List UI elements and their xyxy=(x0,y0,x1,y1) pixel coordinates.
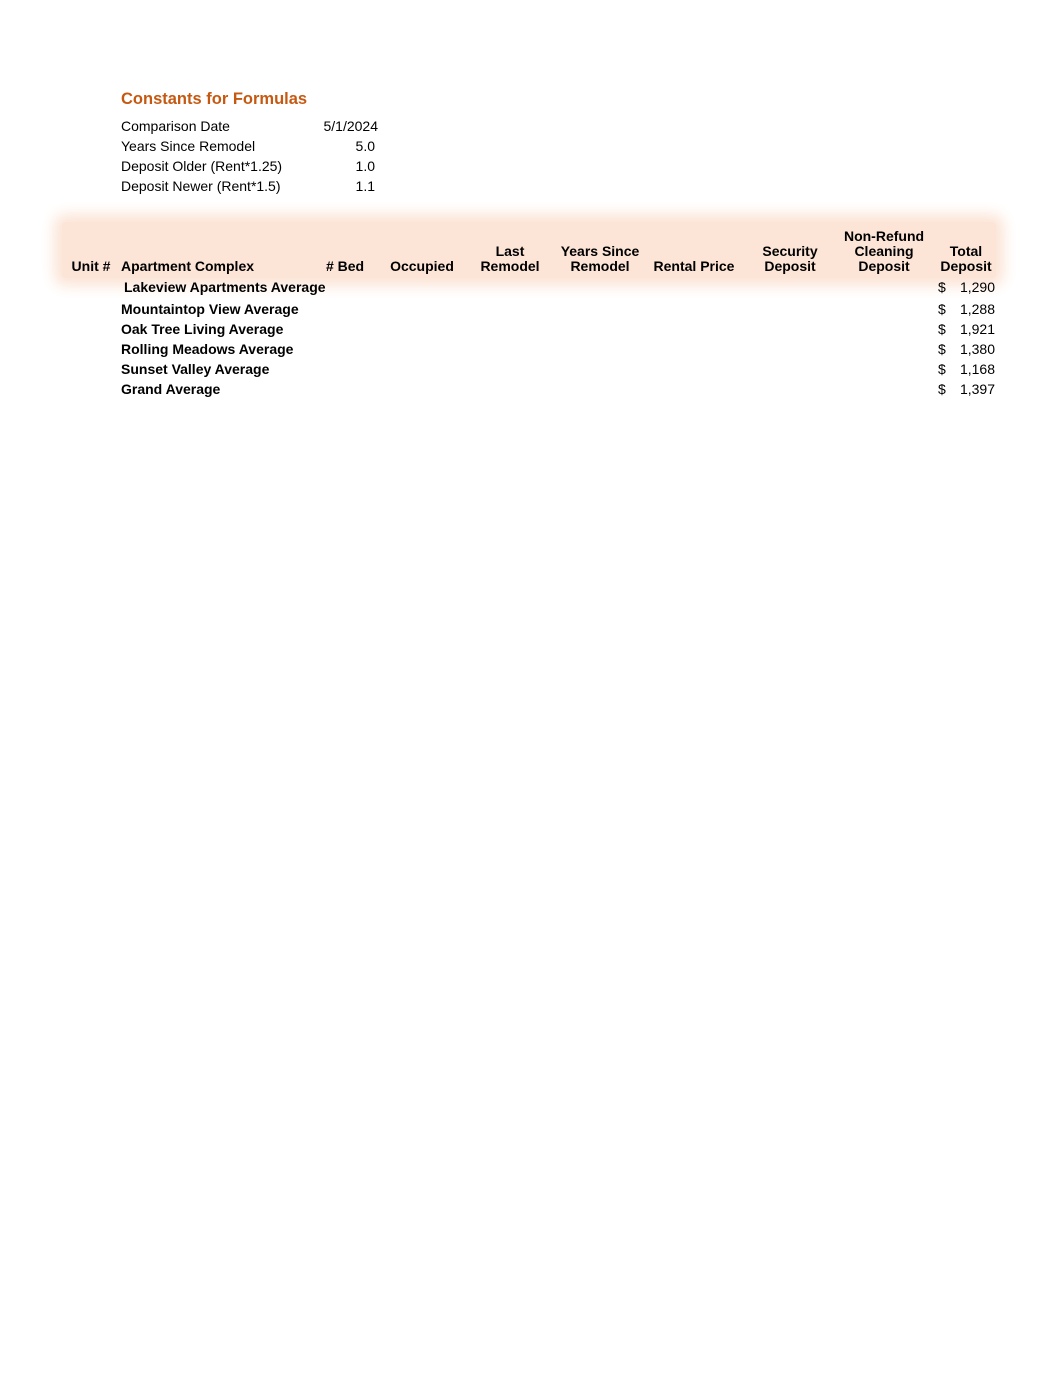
header-apartment-complex[interactable]: Apartment Complex xyxy=(121,259,254,274)
summary-label[interactable]: Oak Tree Living Average xyxy=(121,319,283,339)
spreadsheet-page: Constants for Formulas Comparison Date 5… xyxy=(0,0,1062,1377)
header-text: # Bed xyxy=(325,258,365,274)
constant-value[interactable]: 1.0 xyxy=(356,156,375,176)
constant-row-comparison-date: Comparison Date 5/1/2024 xyxy=(121,116,381,136)
constant-label: Deposit Newer (Rent*1.5) xyxy=(121,178,281,194)
constant-row-deposit-newer: Deposit Newer (Rent*1.5) 1.1 xyxy=(121,176,381,196)
constant-value[interactable]: 1.1 xyxy=(356,176,375,196)
header-text: Rental Price xyxy=(653,258,735,274)
summary-label[interactable]: Sunset Valley Average xyxy=(121,359,269,379)
header-text: Deposit xyxy=(858,258,910,274)
currency-sign: $ xyxy=(938,321,946,337)
constant-row-years-since-remodel: Years Since Remodel 5.0 xyxy=(121,136,381,156)
constants-title: Constants for Formulas xyxy=(121,90,308,108)
summary-row-sunset-valley: Sunset Valley Average $ 1,168 xyxy=(0,359,1062,379)
header-last-remodel[interactable]: Last Remodel xyxy=(474,244,546,274)
total-deposit-value[interactable]: 1,380 xyxy=(960,339,995,359)
summary-label[interactable]: Mountaintop View Average xyxy=(121,299,299,319)
currency-sign: $ xyxy=(938,279,946,295)
constant-row-deposit-older: Deposit Older (Rent*1.25) 1.0 xyxy=(121,156,381,176)
summary-row-oak-tree: Oak Tree Living Average $ 1,921 xyxy=(0,319,1062,339)
summary-label[interactable]: Rolling Meadows Average xyxy=(121,339,293,359)
currency-sign: $ xyxy=(938,361,946,377)
header-text: Total xyxy=(949,243,983,259)
header-text: Cleaning xyxy=(854,243,914,259)
header-cleaning-deposit[interactable]: Non-Refund Cleaning Deposit xyxy=(839,229,929,274)
header-text: Occupied xyxy=(390,258,454,274)
summary-row-lakeview: Lakeview Apartments Average $ 1,290 xyxy=(0,277,1062,297)
currency-sign: $ xyxy=(938,381,946,397)
currency-sign: $ xyxy=(938,341,946,357)
header-text: Unit # xyxy=(71,258,111,274)
constant-label: Comparison Date xyxy=(121,118,230,134)
header-text: Remodel xyxy=(570,258,630,274)
constant-value[interactable]: 5/1/2024 xyxy=(324,116,379,136)
header-total-deposit[interactable]: Total Deposit xyxy=(935,244,997,274)
header-text: Last xyxy=(495,243,525,259)
constant-value[interactable]: 5.0 xyxy=(356,136,375,156)
header-text: Deposit xyxy=(764,258,816,274)
total-deposit-value[interactable]: 1,397 xyxy=(960,379,995,399)
header-unit[interactable]: Unit # xyxy=(66,259,116,274)
summary-row-grand-average: Grand Average $ 1,397 xyxy=(0,379,1062,399)
total-deposit-value[interactable]: 1,168 xyxy=(960,359,995,379)
header-text: Apartment Complex xyxy=(121,258,255,274)
header-text: Years Since xyxy=(560,243,640,259)
header-years-since-remodel[interactable]: Years Since Remodel xyxy=(558,244,642,274)
total-deposit-value[interactable]: 1,288 xyxy=(960,299,995,319)
total-deposit-value[interactable]: 1,290 xyxy=(960,277,995,297)
constant-label: Years Since Remodel xyxy=(121,138,256,154)
header-text: Security xyxy=(762,243,818,259)
header-text: Deposit xyxy=(940,258,992,274)
total-deposit-value[interactable]: 1,921 xyxy=(960,319,995,339)
header-occupied[interactable]: Occupied xyxy=(385,259,459,274)
summary-row-rolling-meadows: Rolling Meadows Average $ 1,380 xyxy=(0,339,1062,359)
header-bed[interactable]: # Bed xyxy=(315,259,375,274)
header-rental-price[interactable]: Rental Price xyxy=(649,259,739,274)
header-text: Remodel xyxy=(480,258,540,274)
summary-label[interactable]: Grand Average xyxy=(121,379,220,399)
currency-sign: $ xyxy=(938,301,946,317)
summary-label[interactable]: Lakeview Apartments Average xyxy=(124,277,326,297)
header-security-deposit[interactable]: Security Deposit xyxy=(754,244,826,274)
constant-label: Deposit Older (Rent*1.25) xyxy=(121,158,283,174)
header-text: Non-Refund xyxy=(843,228,925,244)
summary-row-mountaintop: Mountaintop View Average $ 1,288 xyxy=(0,299,1062,319)
